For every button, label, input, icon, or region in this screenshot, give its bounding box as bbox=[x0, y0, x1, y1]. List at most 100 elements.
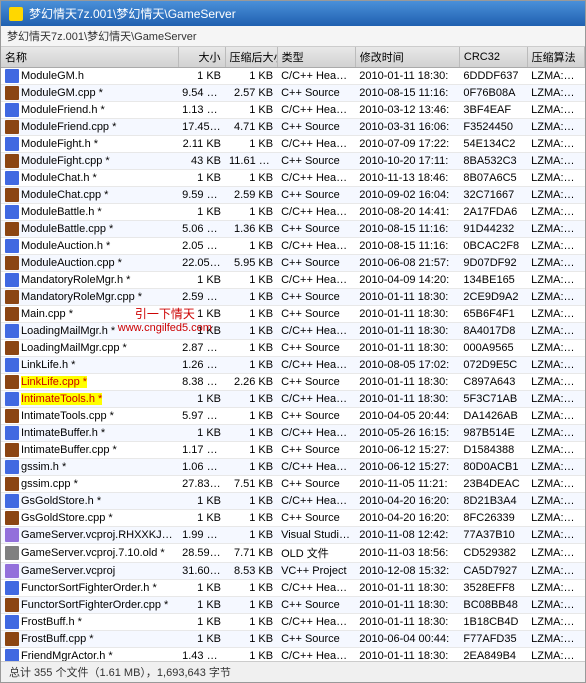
file-name: GsGoldStore.cpp * bbox=[1, 510, 178, 527]
col-header-modified[interactable]: 修改时间 bbox=[355, 47, 459, 68]
table-row[interactable]: ModuleGM.h1 KB1 KBC/C++ Header2010-01-11… bbox=[1, 68, 585, 85]
table-row[interactable]: gssim.h *1.06 KB1 KBC/C++ Header2010-06-… bbox=[1, 459, 585, 476]
table-row[interactable]: Main.cpp *1 KB1 KBC++ Source2010-01-11 1… bbox=[1, 306, 585, 323]
table-row[interactable]: ModuleAuction.h *2.05 KB1 KBC/C++ Header… bbox=[1, 238, 585, 255]
file-modified: 2010-08-15 11:16: bbox=[355, 85, 459, 102]
file-crc: 072D9E5C bbox=[459, 357, 527, 374]
file-name: FrostBuff.cpp * bbox=[1, 631, 178, 648]
file-modified: 2010-04-20 16:20: bbox=[355, 510, 459, 527]
file-name: ModuleBattle.cpp * bbox=[1, 221, 178, 238]
file-type-icon bbox=[5, 615, 19, 629]
file-method: LZMA:24 7zA bbox=[527, 102, 584, 119]
file-type-icon bbox=[5, 477, 19, 491]
file-name: ModuleGM.cpp * bbox=[1, 85, 178, 102]
file-name: ModuleAuction.h * bbox=[1, 238, 178, 255]
file-type-icon bbox=[5, 222, 19, 236]
table-row[interactable]: GsGoldStore.h *1 KB1 KBC/C++ Header2010-… bbox=[1, 493, 585, 510]
file-packed-size: 4.71 KB bbox=[225, 119, 277, 136]
file-size: 1 KB bbox=[178, 323, 225, 340]
table-row[interactable]: ModuleGM.cpp *9.54 KB2.57 KBC++ Source20… bbox=[1, 85, 585, 102]
table-row[interactable]: GameServer.vcproj31.60 KB8.53 KBVC++ Pro… bbox=[1, 563, 585, 580]
col-header-type[interactable]: 类型 bbox=[277, 47, 355, 68]
file-packed-size: 2.57 KB bbox=[225, 85, 277, 102]
file-size: 1.26 KB bbox=[178, 357, 225, 374]
table-row[interactable]: IntimateBuffer.h *1 KB1 KBC/C++ Header20… bbox=[1, 425, 585, 442]
file-packed-size: 2.59 KB bbox=[225, 187, 277, 204]
file-modified: 2010-08-15 11:16: bbox=[355, 221, 459, 238]
file-method: LZMA:24 7zA bbox=[527, 357, 584, 374]
file-size: 1 KB bbox=[178, 580, 225, 597]
file-method: LZMA:24 7zA bbox=[527, 221, 584, 238]
file-type-icon bbox=[5, 443, 19, 457]
file-table-container[interactable]: 名称 大小 压缩后大小 类型 修改时间 CRC32 压缩算法 ModuleGM.… bbox=[1, 47, 585, 661]
table-row[interactable]: GameServer.vcproj.7.10.old *28.59 KB7.71… bbox=[1, 544, 585, 563]
file-packed-size: 1 KB bbox=[225, 340, 277, 357]
file-size: 1.13 KB bbox=[178, 102, 225, 119]
file-method: LZMA:24 7zA bbox=[527, 272, 584, 289]
table-row[interactable]: LinkLife.h *1.26 KB1 KBC/C++ Header2010-… bbox=[1, 357, 585, 374]
table-row[interactable]: LoadingMailMgr.cpp *2.87 KB1 KBC++ Sourc… bbox=[1, 340, 585, 357]
col-header-size[interactable]: 大小 bbox=[178, 47, 225, 68]
file-crc: 9D07DF92 bbox=[459, 255, 527, 272]
table-row[interactable]: FriendMgrActor.h *1.43 KB1 KBC/C++ Heade… bbox=[1, 648, 585, 662]
file-packed-size: 1 KB bbox=[225, 597, 277, 614]
table-row[interactable]: FrostBuff.cpp *1 KB1 KBC++ Source2010-06… bbox=[1, 631, 585, 648]
file-type: C/C++ Header bbox=[277, 136, 355, 153]
table-row[interactable]: ModuleBattle.cpp *5.06 KB1.36 KBC++ Sour… bbox=[1, 221, 585, 238]
table-row[interactable]: MandatoryRoleMgr.cpp *2.59 KB1 KBC++ Sou… bbox=[1, 289, 585, 306]
file-packed-size: 1.36 KB bbox=[225, 221, 277, 238]
file-name: ModuleFight.cpp * bbox=[1, 153, 178, 170]
table-row[interactable]: FrostBuff.h *1 KB1 KBC/C++ Header2010-01… bbox=[1, 614, 585, 631]
table-row[interactable]: ModuleFight.h *2.11 KB1 KBC/C++ Header20… bbox=[1, 136, 585, 153]
file-type: C++ Source bbox=[277, 510, 355, 527]
file-crc: 8BA532C3 bbox=[459, 153, 527, 170]
table-row[interactable]: ModuleChat.cpp *9.59 KB2.59 KBC++ Source… bbox=[1, 187, 585, 204]
file-size: 9.59 KB bbox=[178, 187, 225, 204]
file-modified: 2010-04-20 16:20: bbox=[355, 493, 459, 510]
file-packed-size: 7.51 KB bbox=[225, 476, 277, 493]
col-header-crc[interactable]: CRC32 bbox=[459, 47, 527, 68]
table-row[interactable]: IntimateTools.cpp *5.97 KB1 KBC++ Source… bbox=[1, 408, 585, 425]
table-row[interactable]: ModuleFight.cpp *43 KB11.61 KBC++ Source… bbox=[1, 153, 585, 170]
table-row[interactable]: GameServer.vcproj.RHXXKJF8 *1.99 KB1 KBV… bbox=[1, 527, 585, 544]
file-modified: 2010-05-26 16:15: bbox=[355, 425, 459, 442]
table-row[interactable]: IntimateTools.h *1 KB1 KBC/C++ Header201… bbox=[1, 391, 585, 408]
file-modified: 2010-01-11 18:30: bbox=[355, 597, 459, 614]
table-row[interactable]: ModuleBattle.h *1 KB1 KBC/C++ Header2010… bbox=[1, 204, 585, 221]
table-header-row: 名称 大小 压缩后大小 类型 修改时间 CRC32 压缩算法 bbox=[1, 47, 585, 68]
file-method: LZMA:24 7zA bbox=[527, 153, 584, 170]
file-packed-size: 1 KB bbox=[225, 323, 277, 340]
table-row[interactable]: FunctorSortFighterOrder.h *1 KB1 KBC/C++… bbox=[1, 580, 585, 597]
file-type: Visual Studio Pr... bbox=[277, 527, 355, 544]
file-type: C/C++ Header bbox=[277, 68, 355, 85]
table-row[interactable]: LinkLife.cpp *8.38 KB2.26 KBC++ Source20… bbox=[1, 374, 585, 391]
file-crc: 987B514E bbox=[459, 425, 527, 442]
file-method: LZMA:24 7zA bbox=[527, 170, 584, 187]
file-method: LZMA:24 7zA bbox=[527, 425, 584, 442]
file-method: LZMA:24 7zA bbox=[527, 391, 584, 408]
file-modified: 2010-11-08 12:42: bbox=[355, 527, 459, 544]
file-name: LinkLife.h * bbox=[1, 357, 178, 374]
file-method: LZMA:24 7zA bbox=[527, 597, 584, 614]
table-row[interactable]: FunctorSortFighterOrder.cpp *1 KB1 KBC++… bbox=[1, 597, 585, 614]
file-size: 1 KB bbox=[178, 306, 225, 323]
file-type-icon bbox=[5, 546, 19, 560]
file-modified: 2010-11-05 11:21: bbox=[355, 476, 459, 493]
table-row[interactable]: IntimateBuffer.cpp *1.17 KB1 KBC++ Sourc… bbox=[1, 442, 585, 459]
col-header-packed[interactable]: 压缩后大小 bbox=[225, 47, 277, 68]
table-row[interactable]: ModuleChat.h *1 KB1 KBC/C++ Header2010-1… bbox=[1, 170, 585, 187]
table-row[interactable]: ModuleAuction.cpp *22.05 KB5.95 KBC++ So… bbox=[1, 255, 585, 272]
col-header-name[interactable]: 名称 bbox=[1, 47, 178, 68]
table-row[interactable]: LoadingMailMgr.h *1 KB1 KBC/C++ Header20… bbox=[1, 323, 585, 340]
file-size: 1 KB bbox=[178, 631, 225, 648]
table-row[interactable]: GsGoldStore.cpp *1 KB1 KBC++ Source2010-… bbox=[1, 510, 585, 527]
file-type-icon bbox=[5, 375, 19, 389]
table-row[interactable]: ModuleFriend.h *1.13 KB1 KBC/C++ Header2… bbox=[1, 102, 585, 119]
table-row[interactable]: ModuleFriend.cpp *17.45 KB4.71 KBC++ Sou… bbox=[1, 119, 585, 136]
col-header-method[interactable]: 压缩算法 bbox=[527, 47, 584, 68]
file-modified: 2010-06-08 21:57: bbox=[355, 255, 459, 272]
file-type: C++ Source bbox=[277, 476, 355, 493]
table-row[interactable]: gssim.cpp *27.83 KB7.51 KBC++ Source2010… bbox=[1, 476, 585, 493]
table-row[interactable]: MandatoryRoleMgr.h *1 KB1 KBC/C++ Header… bbox=[1, 272, 585, 289]
file-type-icon bbox=[5, 341, 19, 355]
